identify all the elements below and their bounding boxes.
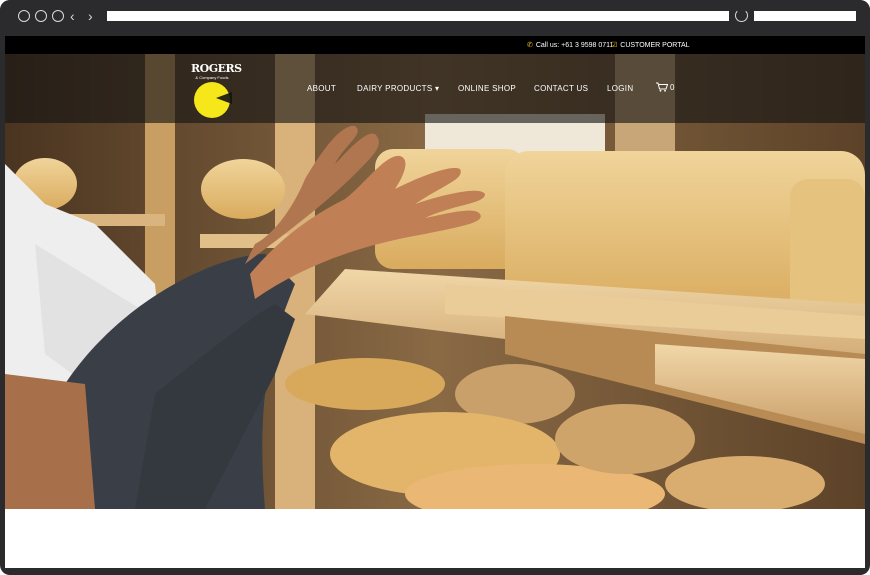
logo-name: ROGERS: [191, 62, 242, 75]
portal-label: CUSTOMER PORTAL: [620, 41, 690, 49]
phone-link[interactable]: ✆ Call us: +61 3 9598 0711: [527, 41, 614, 50]
nav-login[interactable]: LOGIN: [607, 84, 633, 93]
main-navigation: ROGERS & Company Foods ABOUT DAIRY PRODU…: [5, 54, 865, 123]
logo-subtitle: & Company Foods: [195, 75, 229, 80]
phone-icon: ✆: [527, 42, 533, 49]
top-contact-bar: ✆ Call us: +61 3 9598 0711 ☑ CUSTOMER PO…: [5, 36, 865, 54]
nav-dairy-label: DAIRY PRODUCTS: [357, 84, 433, 93]
search-bar[interactable]: [754, 11, 856, 21]
checkbox-icon: ☑: [611, 42, 618, 49]
page-viewport: ✆ Call us: +61 3 9598 0711 ☑ CUSTOMER PO…: [5, 36, 865, 568]
window-control-icon[interactable]: [35, 10, 47, 22]
chevron-left-icon[interactable]: ‹: [70, 8, 75, 24]
browser-window: ‹ › ✆ Call us: +61 3 9598 0711 ☑ CUSTOME…: [0, 0, 870, 575]
cart-button[interactable]: 0: [656, 82, 674, 92]
customer-portal-link[interactable]: ☑ CUSTOMER PORTAL: [611, 41, 690, 50]
content-section: [5, 509, 865, 568]
cart-count: 0: [670, 82, 675, 92]
refresh-icon[interactable]: [735, 9, 748, 22]
nav-contact-us[interactable]: CONTACT US: [534, 84, 588, 93]
nav-dairy-products[interactable]: DAIRY PRODUCTS ▾: [357, 84, 439, 93]
nav-about[interactable]: ABOUT: [307, 84, 336, 93]
window-control-icon[interactable]: [52, 10, 64, 22]
chevron-down-icon: ▾: [435, 84, 440, 93]
cart-icon: [656, 82, 668, 92]
window-control-icon[interactable]: [18, 10, 30, 22]
rogers-logo[interactable]: ROGERS & Company Foods: [191, 62, 242, 118]
chevron-right-icon[interactable]: ›: [88, 8, 93, 24]
nav-online-shop[interactable]: ONLINE SHOP: [458, 84, 516, 93]
phone-label: Call us: +61 3 9598 0711: [535, 41, 614, 49]
browser-toolbar: ‹ ›: [0, 0, 870, 34]
address-bar[interactable]: [107, 11, 729, 21]
